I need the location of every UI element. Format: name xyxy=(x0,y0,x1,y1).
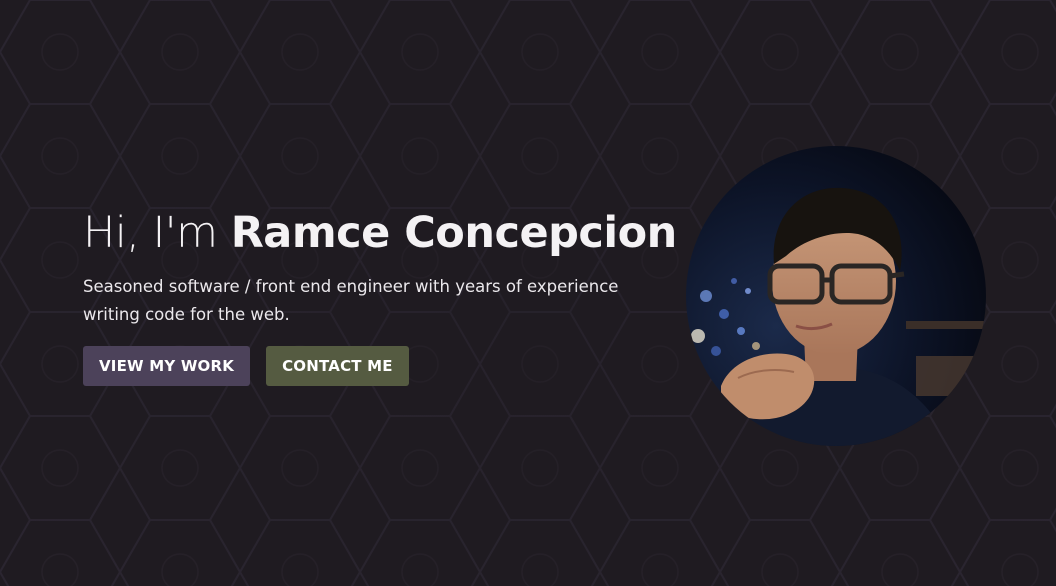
contact-me-button[interactable]: CONTACT ME xyxy=(266,346,409,386)
profile-photo-icon xyxy=(686,146,986,446)
hero-subtitle: Seasoned software / front end engineer w… xyxy=(83,277,619,324)
hero-section: Hi, I'm Ramce Concepcion Seasoned softwa… xyxy=(83,203,683,386)
page-title: Hi, I'm Ramce Concepcion xyxy=(83,203,683,263)
view-my-work-button[interactable]: VIEW MY WORK xyxy=(83,346,251,386)
greeting-text: Hi, I'm xyxy=(83,208,231,258)
author-name: Ramce Concepcion xyxy=(230,208,678,258)
avatar xyxy=(686,146,986,446)
hero-actions: VIEW MY WORK CONTACT ME xyxy=(83,346,683,386)
